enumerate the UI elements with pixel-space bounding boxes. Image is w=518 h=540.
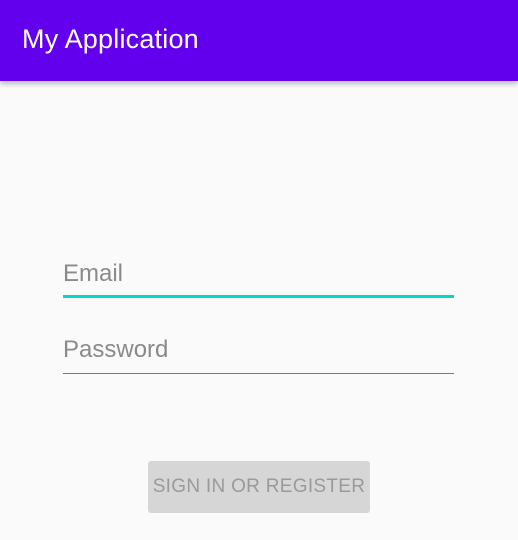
email-field-container	[63, 254, 454, 298]
email-field[interactable]	[63, 254, 454, 294]
password-field-underline	[63, 373, 454, 374]
app-screen: My Application SIGN IN OR REGISTER	[0, 0, 518, 540]
email-field-underline	[63, 295, 454, 298]
password-field[interactable]	[63, 330, 454, 370]
app-title: My Application	[22, 24, 199, 54]
app-bar: My Application	[0, 0, 518, 81]
sign-in-or-register-button[interactable]: SIGN IN OR REGISTER	[148, 461, 370, 513]
login-form: SIGN IN OR REGISTER	[0, 81, 518, 540]
password-field-container	[63, 330, 454, 374]
